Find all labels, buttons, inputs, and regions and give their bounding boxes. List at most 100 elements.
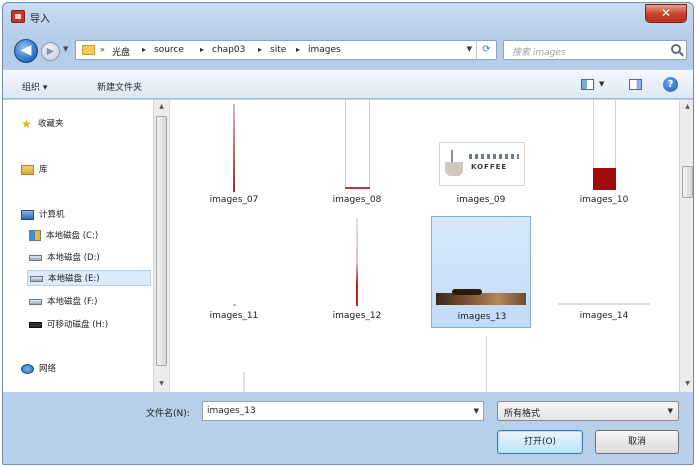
- usb-drive-icon: [29, 321, 42, 328]
- scroll-up-arrow[interactable]: ▲: [154, 103, 169, 110]
- sidebar-item-computer[interactable]: 计算机: [21, 208, 65, 220]
- file-thumbnail: [554, 100, 654, 192]
- scroll-down-arrow[interactable]: ▼: [680, 380, 693, 387]
- file-tile-images-11[interactable]: images_11: [184, 216, 284, 328]
- search-input[interactable]: 搜索 images: [503, 40, 687, 60]
- sidebar-item-label: 计算机: [39, 210, 65, 220]
- app-icon: [11, 10, 25, 23]
- file-thumbnail: [432, 217, 532, 309]
- file-name: images_13: [457, 312, 507, 322]
- file-thumbnail: [307, 216, 407, 308]
- file-list-scrollbar[interactable]: ▲ ▼: [679, 100, 693, 392]
- hard-drive-icon: [29, 254, 42, 261]
- view-options-dropdown[interactable]: ▼: [599, 80, 604, 88]
- folder-icon: [82, 45, 95, 55]
- organize-menu[interactable]: 组织 ▾: [22, 80, 47, 93]
- network-icon: [21, 363, 34, 374]
- forward-button[interactable]: ▶: [41, 42, 60, 61]
- back-button[interactable]: ◀: [14, 39, 38, 63]
- sidebar-item-drive-f[interactable]: 本地磁盘 (F:): [29, 295, 97, 307]
- preview-pane-icon[interactable]: [629, 79, 642, 90]
- sidebar-item-drive-d[interactable]: 本地磁盘 (D:): [29, 251, 100, 263]
- breadcrumb-item[interactable]: source: [154, 45, 184, 55]
- hard-drive-icon: [30, 275, 43, 282]
- breadcrumb-separator[interactable]: ▸: [142, 45, 146, 54]
- filename-value: images_13: [207, 406, 256, 416]
- address-bar[interactable]: » 光盘 ▸ source ▸ chap03 ▸ site ▸ images ▼…: [75, 40, 497, 60]
- file-tile-images-14[interactable]: images_14: [554, 216, 654, 328]
- title-bar: 导入 ✕: [3, 3, 693, 31]
- command-toolbar: 组织 ▾ 新建文件夹 ▼ ?: [3, 69, 693, 99]
- sidebar-item-drive-c[interactable]: 本地磁盘 (C:): [29, 229, 98, 241]
- search-placeholder: 搜索 images: [512, 48, 566, 58]
- navigation-bar: ◀ ▶ ▼ » 光盘 ▸ source ▸ chap03 ▸ site ▸ im…: [3, 33, 693, 67]
- dialog-footer: 文件名(N): images_13 ▼ 所有格式 ▼ 打开(O) 取消: [3, 392, 693, 464]
- sidebar-item-libraries[interactable]: 库: [21, 163, 48, 175]
- filetype-value: 所有格式: [504, 409, 541, 419]
- window-title: 导入: [30, 14, 50, 25]
- navigation-pane: ★ 收藏夹 库 计算机 本地磁盘 (C:) 本地磁盘 (D:) 本地磁盘 (E:)…: [3, 100, 153, 392]
- address-dropdown[interactable]: ▼: [467, 45, 472, 53]
- chevron-down-icon: ▼: [667, 407, 673, 415]
- breadcrumb-separator[interactable]: »: [100, 45, 105, 54]
- file-name: images_09: [456, 195, 506, 205]
- computer-icon: [21, 209, 34, 220]
- file-tile-images-09[interactable]: KOFFEE images_09: [431, 100, 531, 212]
- file-thumbnail: [554, 216, 654, 308]
- breadcrumb-separator[interactable]: ▸: [258, 45, 262, 54]
- filename-dropdown[interactable]: ▼: [474, 407, 479, 415]
- file-name: images_07: [209, 195, 259, 205]
- close-button[interactable]: ✕: [645, 4, 687, 23]
- new-folder-button[interactable]: 新建文件夹: [97, 80, 142, 93]
- file-thumbnail-partial: [486, 336, 487, 392]
- sidebar-item-label: 库: [39, 165, 48, 175]
- file-tile-images-13[interactable]: images_13: [431, 216, 531, 328]
- filetype-select[interactable]: 所有格式 ▼: [497, 401, 679, 421]
- library-icon: [21, 164, 34, 175]
- breadcrumb-item[interactable]: site: [270, 45, 286, 55]
- star-icon: ★: [21, 116, 32, 131]
- sidebar-item-network[interactable]: 网络: [21, 362, 56, 374]
- file-tile-images-10[interactable]: images_10: [554, 100, 654, 212]
- scrollbar-thumb[interactable]: [682, 166, 693, 198]
- change-view-icon[interactable]: [581, 79, 594, 90]
- recent-pages-dropdown[interactable]: ▼: [63, 45, 68, 53]
- sidebar-item-label: 收藏夹: [38, 119, 64, 129]
- breadcrumb-item[interactable]: images: [308, 45, 341, 55]
- file-tile-images-08[interactable]: images_08: [307, 100, 407, 212]
- sidebar-item-favorites[interactable]: ★ 收藏夹: [21, 117, 64, 130]
- import-dialog: 导入 ✕ ◀ ▶ ▼ » 光盘 ▸ source ▸ chap03 ▸ site…: [2, 2, 694, 465]
- file-name: images_14: [579, 311, 629, 321]
- breadcrumb-item[interactable]: 光盘: [112, 45, 130, 58]
- help-icon[interactable]: ?: [663, 77, 678, 92]
- refresh-icon[interactable]: ⟳: [476, 40, 496, 60]
- file-thumbnail: [184, 216, 284, 308]
- filename-field[interactable]: images_13 ▼: [202, 401, 484, 421]
- file-name: images_10: [579, 195, 629, 205]
- file-thumbnail: KOFFEE: [431, 100, 531, 192]
- file-tile-images-07[interactable]: images_07: [184, 100, 284, 212]
- scroll-down-arrow[interactable]: ▼: [154, 380, 169, 387]
- sidebar-item-label: 本地磁盘 (D:): [47, 253, 100, 263]
- file-list: images_07 images_08 KOFFEE images_09 ima…: [169, 100, 679, 392]
- thumbnail-text: KOFFEE: [471, 163, 508, 171]
- hard-drive-icon: [29, 298, 42, 305]
- sidebar-item-label: 本地磁盘 (F:): [47, 297, 98, 307]
- filename-label: 文件名(N):: [146, 409, 190, 419]
- file-tile-images-12[interactable]: images_12: [307, 216, 407, 328]
- breadcrumb-separator[interactable]: ▸: [200, 45, 204, 54]
- sidebar-item-label: 可移动磁盘 (H:): [47, 320, 109, 330]
- navigation-scrollbar[interactable]: ▲ ▼: [153, 100, 169, 392]
- breadcrumb-separator[interactable]: ▸: [296, 45, 300, 54]
- open-button[interactable]: 打开(O): [497, 430, 583, 454]
- scrollbar-thumb[interactable]: [156, 116, 167, 366]
- sidebar-item-drive-e[interactable]: 本地磁盘 (E:): [27, 270, 151, 286]
- file-thumbnail: [307, 100, 407, 192]
- cancel-button[interactable]: 取消: [595, 430, 679, 454]
- sidebar-item-label: 本地磁盘 (C:): [46, 231, 99, 241]
- sidebar-item-drive-h[interactable]: 可移动磁盘 (H:): [29, 318, 108, 330]
- search-icon[interactable]: [671, 44, 681, 54]
- breadcrumb-item[interactable]: chap03: [212, 45, 245, 55]
- windows-drive-icon: [29, 230, 41, 241]
- scroll-up-arrow[interactable]: ▲: [680, 103, 693, 110]
